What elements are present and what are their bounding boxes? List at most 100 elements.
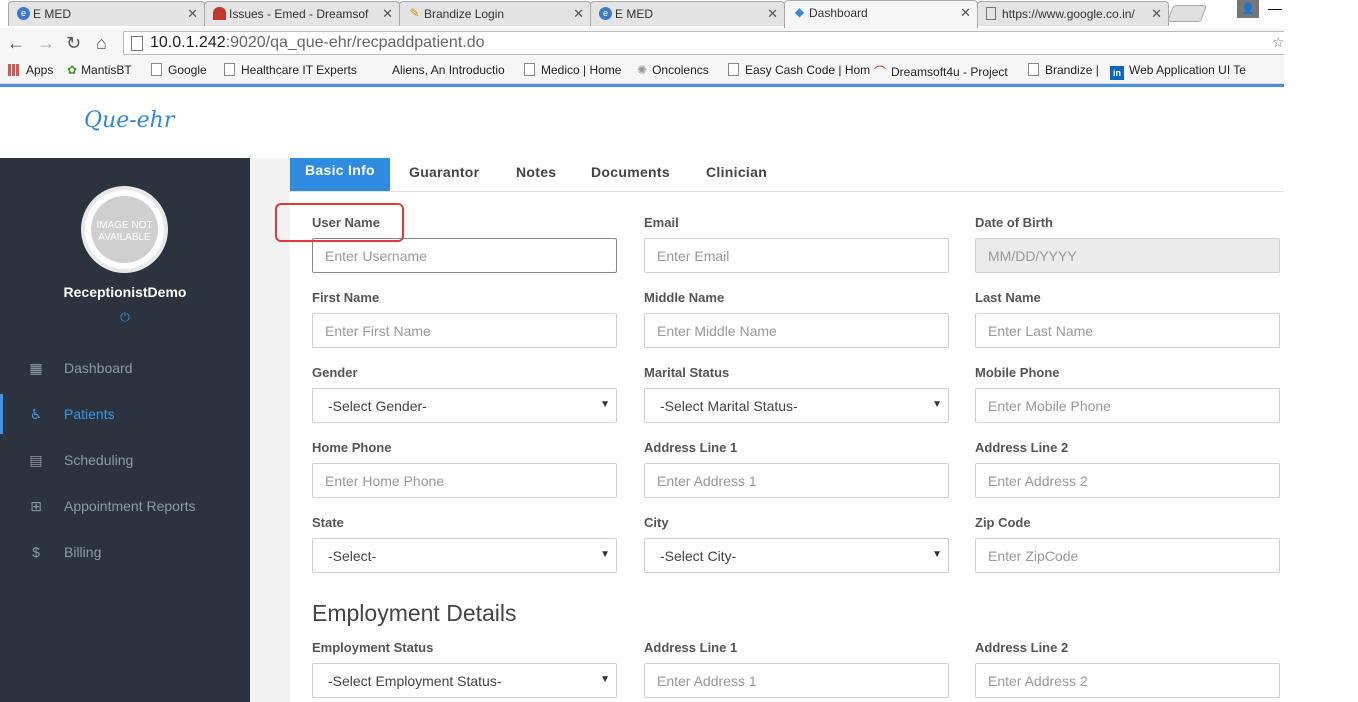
zip-code-input[interactable]: Enter ZipCode (975, 538, 1280, 573)
select-value: -Select- (328, 548, 377, 564)
star-icon[interactable]: ☆ (1272, 34, 1284, 51)
tab-guarantor[interactable]: Guarantor (409, 158, 479, 191)
back-icon[interactable]: ← (7, 33, 25, 54)
close-icon[interactable]: ✕ (767, 6, 778, 22)
browser-tab[interactable]: Issues - Emed - Dreamsof ✕ (204, 1, 400, 26)
employment-address-line-1-label: Address Line 1 (644, 640, 738, 655)
home-icon[interactable]: ⌂ (96, 33, 107, 54)
mobile-phone-input[interactable]: Enter Mobile Phone (975, 388, 1280, 423)
home-phone-input[interactable]: Enter Home Phone (312, 463, 617, 498)
sidebar-item-label: Dashboard (64, 360, 133, 376)
dob-input[interactable]: MM/DD/YYYY (975, 238, 1280, 273)
bookmark-item[interactable]: in Web Application UI Te (1110, 63, 1246, 80)
dropdown-arrow-icon: ▼ (932, 399, 942, 410)
dob-label: Date of Birth (975, 215, 1053, 230)
state-label: State (312, 515, 344, 530)
bookmark-item[interactable]: ⌒ Dreamsoft4u - Project (874, 63, 1008, 80)
first-name-input[interactable]: Enter First Name (312, 313, 617, 348)
dropdown-arrow-icon: ▼ (600, 674, 610, 685)
redmine-icon (213, 7, 226, 20)
marital-status-label: Marital Status (644, 365, 730, 380)
address-line-1-label: Address Line 1 (644, 440, 738, 455)
email-input[interactable]: Enter Email (644, 238, 949, 273)
bookmark-item[interactable]: ✺ Oncolencs (637, 63, 709, 77)
sidebar: IMAGE NOT AVAILABLE ReceptionistDemo ⏻ ▦… (0, 158, 250, 702)
address-line-1-input[interactable]: Enter Address 1 (644, 463, 949, 498)
close-icon[interactable]: ✕ (382, 6, 393, 22)
browser-tab[interactable]: ✎ Brandize Login ✕ (399, 1, 591, 26)
state-select[interactable]: -Select- ▼ (312, 538, 617, 573)
sidebar-item-label: Appointment Reports (64, 498, 196, 514)
employment-details-heading: Employment Details (312, 600, 517, 626)
tab-strip: e E MED ✕ Issues - Emed - Dreamsof ✕ ✎ B… (0, 0, 1284, 28)
bookmark-item[interactable]: Easy Cash Code | Hom (728, 63, 870, 77)
reload-icon[interactable]: ↻ (66, 33, 81, 54)
tab-documents[interactable]: Documents (591, 158, 670, 191)
email-label: Email (644, 215, 679, 230)
main-content: Basic Info Guarantor Notes Documents Cli… (250, 158, 1284, 702)
profile-icon[interactable]: 👤 (1237, 0, 1259, 18)
tab-basic-info[interactable]: Basic Info (290, 158, 390, 191)
sidebar-item-appointment-reports[interactable]: ⊞ Appointment Reports (0, 486, 250, 526)
select-value: -Select Employment Status- (328, 673, 502, 689)
dropdown-arrow-icon: ▼ (600, 549, 610, 560)
username-input[interactable]: Enter Username (312, 238, 617, 273)
bookmark-item[interactable]: Healthcare IT Experts (224, 63, 357, 77)
sidebar-item-scheduling[interactable]: ▤ Scheduling (0, 440, 250, 480)
bookmark-item[interactable]: Brandize | (1028, 63, 1099, 77)
employment-address-line-1-input[interactable]: Enter Address 1 (644, 663, 949, 698)
apps-icon (8, 64, 20, 76)
dropdown-arrow-icon: ▼ (600, 399, 610, 410)
employment-address-line-2-input[interactable]: Enter Address 2 (975, 663, 1280, 698)
close-icon[interactable]: ✕ (187, 6, 198, 22)
browser-toolbar: ← → ↻ ⌂ 10.0.1.242:9020/qa_que-ehr/recpa… (0, 28, 1284, 58)
sidebar-item-patients[interactable]: ♿ Patients (0, 394, 250, 434)
address-line-2-input[interactable]: Enter Address 2 (975, 463, 1280, 498)
minimize-button[interactable]: — (1268, 0, 1282, 16)
address-bar[interactable]: 10.0.1.242:9020/qa_que-ehr/recpaddpatien… (123, 31, 1284, 55)
layers-icon: ◆ (794, 5, 805, 19)
select-value: -Select Marital Status- (660, 398, 798, 414)
app-logo[interactable]: Que-ehr (84, 108, 174, 133)
marital-status-select[interactable]: -Select Marital Status- ▼ (644, 388, 949, 423)
browser-tab[interactable]: https://www.google.co.in/ ✕ (977, 1, 1169, 26)
bookmark-apps[interactable]: Apps (8, 63, 53, 77)
form-tabs: Basic Info Guarantor Notes Documents Cli… (290, 158, 1284, 192)
browser-tab-active[interactable]: ◆ Dashboard ✕ (784, 0, 978, 28)
home-phone-label: Home Phone (312, 440, 392, 455)
tab-title: E MED (33, 7, 72, 21)
bookmark-item[interactable]: Google (151, 63, 207, 77)
calendar-plus-icon: ⊞ (30, 498, 42, 514)
browser-tab[interactable]: e E MED ✕ (8, 1, 205, 26)
forward-icon[interactable]: → (37, 33, 55, 54)
gender-select[interactable]: -Select Gender- ▼ (312, 388, 617, 423)
close-icon[interactable]: ✕ (1151, 6, 1162, 22)
browser-window: e E MED ✕ Issues - Emed - Dreamsof ✕ ✎ B… (0, 0, 1284, 702)
employment-status-select[interactable]: -Select Employment Status- ▼ (312, 663, 617, 698)
page-icon (1028, 63, 1039, 76)
new-tab-button[interactable] (1166, 5, 1208, 22)
middle-name-input[interactable]: Enter Middle Name (644, 313, 949, 348)
app-header: Que-ehr (0, 87, 1284, 158)
select-value: -Select Gender- (328, 398, 427, 414)
sidebar-item-dashboard[interactable]: ▦ Dashboard (0, 348, 250, 388)
close-icon[interactable]: ✕ (573, 6, 584, 22)
blank-area (1284, 0, 1358, 702)
sidebar-item-billing[interactable]: $ Billing (0, 532, 250, 572)
power-icon[interactable]: ⏻ (0, 310, 250, 325)
first-name-label: First Name (312, 290, 380, 305)
last-name-input[interactable]: Enter Last Name (975, 313, 1280, 348)
tab-title: Brandize Login (424, 7, 505, 21)
city-select[interactable]: -Select City- ▼ (644, 538, 949, 573)
bookmark-label: Web Application UI Te (1129, 63, 1246, 77)
dropdown-arrow-icon: ▼ (932, 549, 942, 560)
tab-clinician[interactable]: Clinician (706, 158, 767, 191)
tab-notes[interactable]: Notes (516, 158, 556, 191)
close-icon[interactable]: ✕ (960, 5, 971, 21)
bookmark-item[interactable]: Aliens, An Introductio (392, 63, 505, 77)
bookmark-label: Medico | Home (541, 63, 622, 77)
bookmark-item[interactable]: ✿ MantisBT (67, 63, 132, 77)
page-icon (224, 63, 235, 76)
bookmark-item[interactable]: Medico | Home (524, 63, 621, 77)
browser-tab[interactable]: e E MED ✕ (590, 1, 785, 26)
